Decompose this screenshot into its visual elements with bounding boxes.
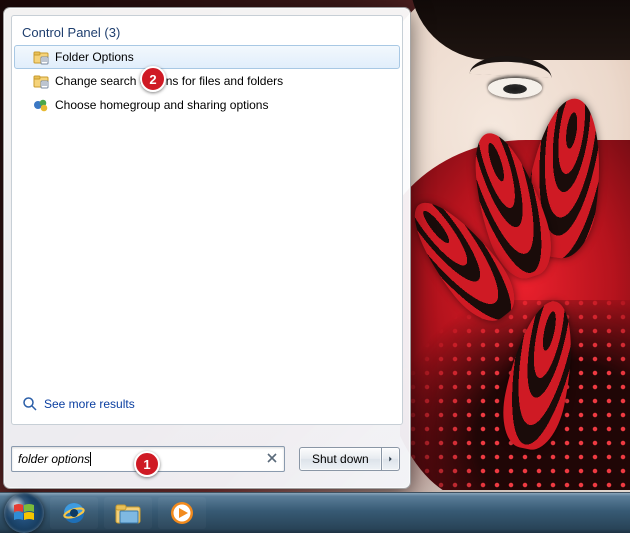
search-input[interactable]: folder options: [11, 446, 285, 472]
shutdown-button[interactable]: Shut down: [299, 447, 382, 471]
start-button[interactable]: [4, 493, 44, 533]
result-item-homegroup[interactable]: Choose homegroup and sharing options: [14, 93, 400, 117]
result-item-folder-options[interactable]: Folder Options: [14, 45, 400, 69]
windows-logo-icon: [11, 500, 37, 526]
search-results-pane: Control Panel (3) Folder Options Change …: [11, 15, 403, 425]
chevron-right-icon: [388, 455, 393, 463]
result-category-header: Control Panel (3): [12, 16, 402, 45]
taskbar-item-explorer[interactable]: [104, 497, 152, 529]
taskbar-item-ie[interactable]: [50, 497, 98, 529]
result-item-label: Choose homegroup and sharing options: [55, 98, 268, 112]
folder-options-icon: [33, 49, 49, 65]
clear-search-button[interactable]: [265, 451, 279, 465]
folder-options-icon: [33, 73, 49, 89]
search-value: folder options: [18, 452, 90, 466]
close-icon: [265, 451, 279, 465]
taskbar: [0, 492, 630, 533]
result-item-search-options[interactable]: Change search options for files and fold…: [14, 69, 400, 93]
search-icon: [22, 396, 38, 412]
result-item-label: Change search options for files and fold…: [55, 74, 283, 88]
wallpaper-art: [400, 0, 630, 490]
see-more-label: See more results: [44, 397, 135, 411]
file-explorer-icon: [114, 501, 142, 525]
see-more-results-link[interactable]: See more results: [22, 396, 135, 412]
homegroup-icon: [33, 97, 49, 113]
start-menu-bottom-bar: folder options Shut down: [11, 440, 403, 478]
internet-explorer-icon: [61, 500, 87, 526]
result-item-label: Folder Options: [55, 50, 134, 64]
media-player-icon: [169, 500, 195, 526]
shutdown-split-button: Shut down: [299, 447, 400, 471]
start-menu: Control Panel (3) Folder Options Change …: [3, 7, 411, 489]
text-caret: [90, 452, 91, 466]
taskbar-item-media-player[interactable]: [158, 497, 206, 529]
shutdown-menu-button[interactable]: [382, 447, 400, 471]
